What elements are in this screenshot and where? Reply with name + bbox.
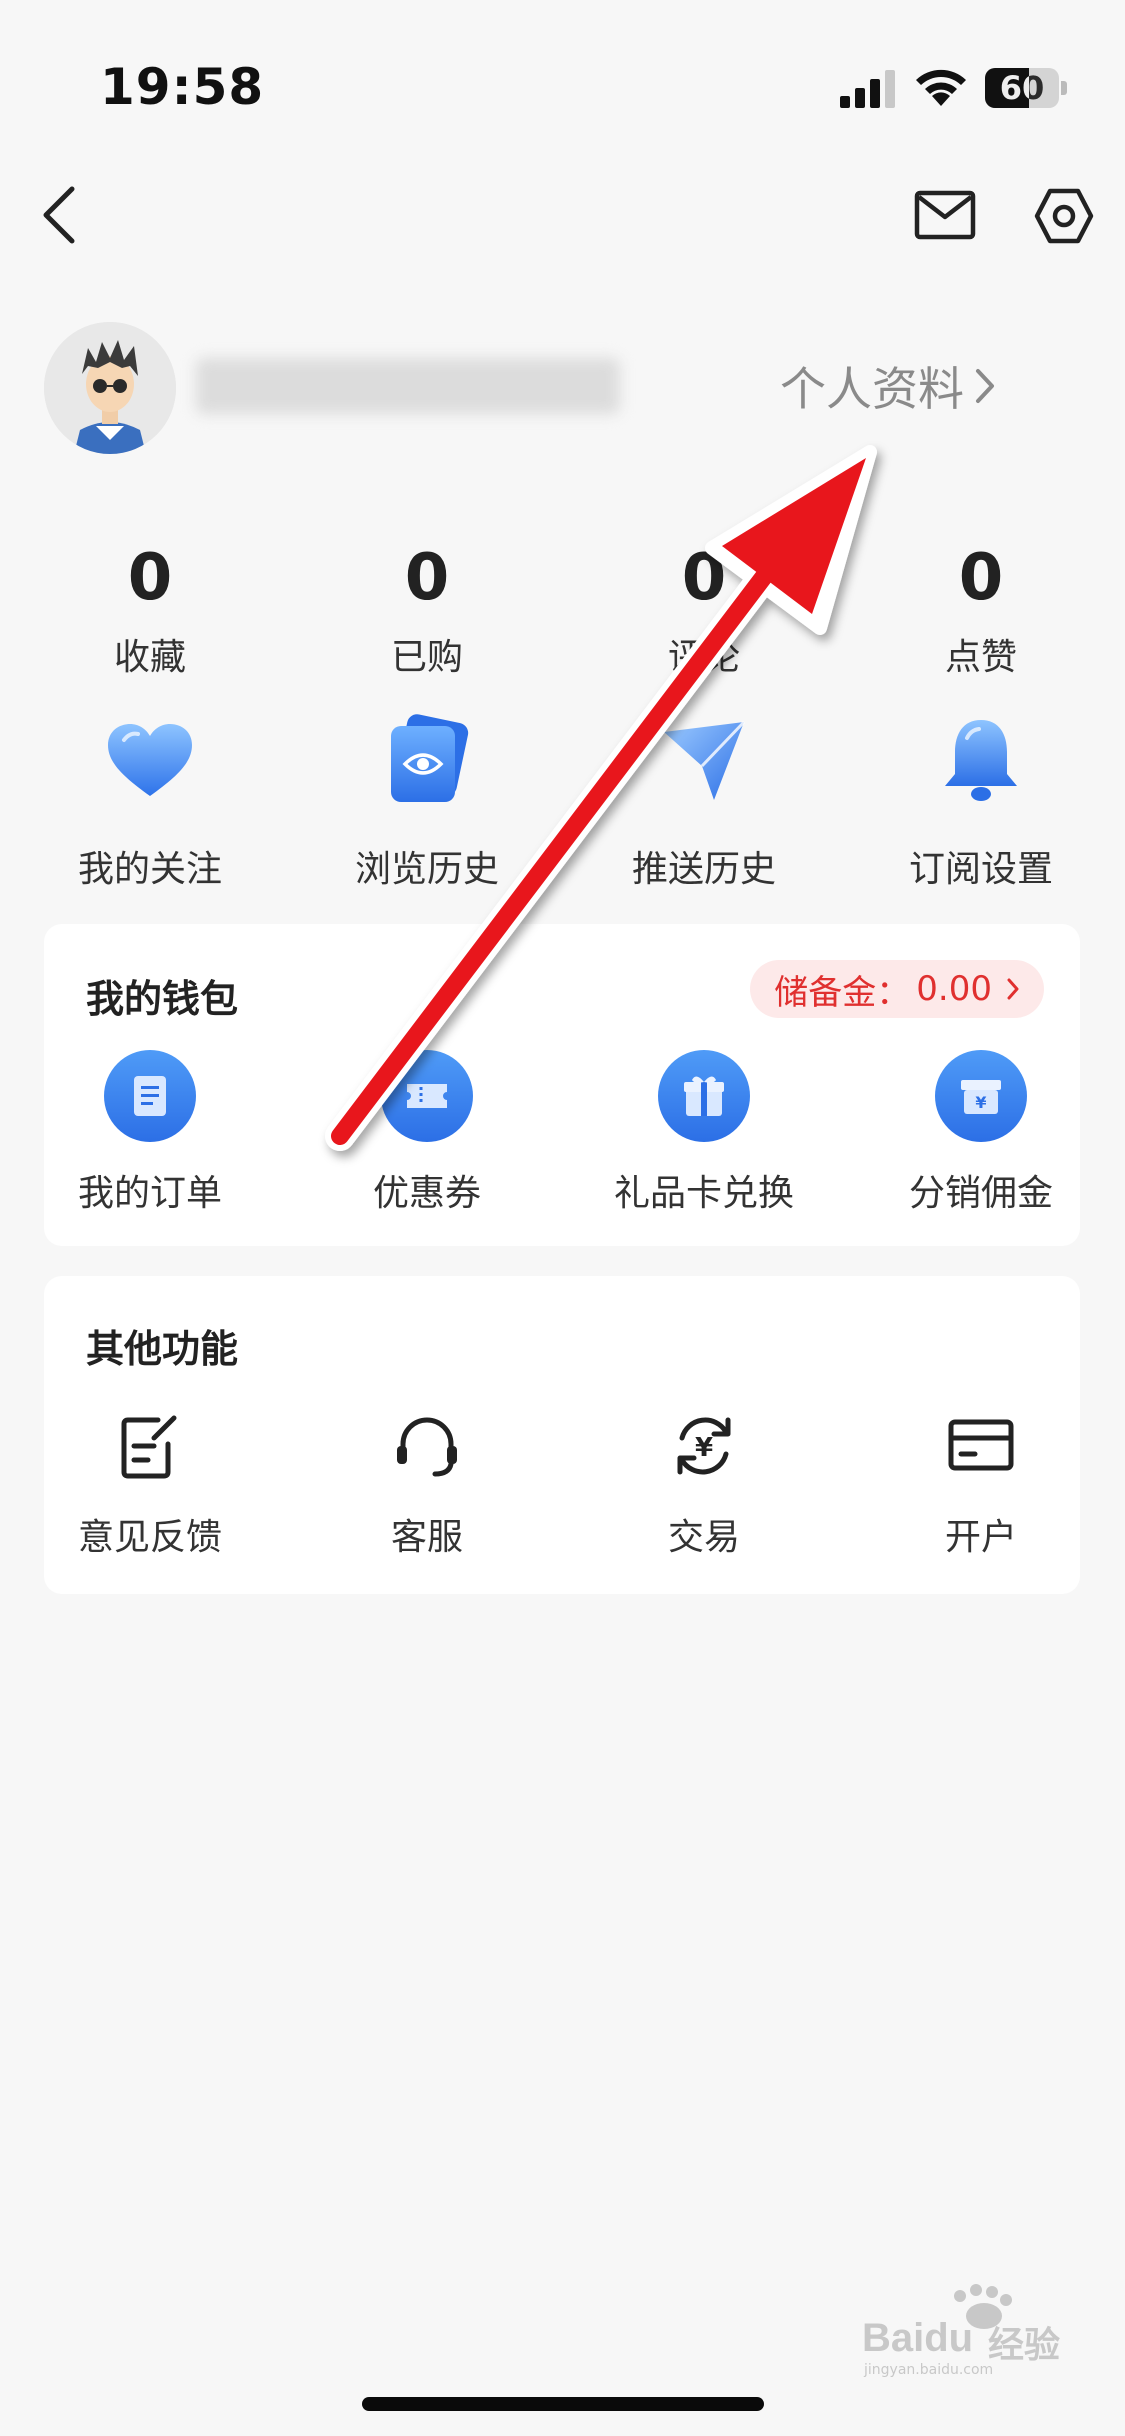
battery-indicator: 60 [985,68,1067,108]
other-item-trade[interactable]: ¥ 交易 [594,1410,814,1560]
stat-label: 已购 [390,637,463,678]
settings-icon[interactable] [1034,186,1094,246]
feature-browse-history[interactable]: 浏览历史 [317,712,537,892]
wallet-item-orders[interactable]: 我的订单 [40,1050,260,1216]
wallet-item-coupons[interactable]: 优惠券 [317,1050,537,1216]
yuan-exchange-icon: ¥ [668,1410,740,1482]
stat-value: 0 [404,541,450,615]
stat-value: 0 [958,541,1004,615]
status-time: 19:58 [100,58,265,116]
reserve-value: 0.00 [916,969,992,1009]
wallet-item-label: 礼品卡兑换 [613,1173,794,1214]
home-indicator[interactable] [362,2397,764,2411]
watermark-url: jingyan.baidu.com [864,2362,994,2378]
svg-text:¥: ¥ [975,1093,986,1112]
wallet-item-label: 我的订单 [77,1173,222,1214]
other-item-label: 意见反馈 [77,1517,222,1558]
username-redacted [196,358,620,414]
stat-label: 点赞 [944,637,1017,678]
feature-label: 订阅设置 [908,849,1053,890]
avatar-image [44,322,176,454]
mail-icon[interactable] [914,190,976,240]
svg-text:¥: ¥ [695,1433,713,1463]
profile-link-label: 个人资料 [780,362,964,416]
cellular-signal-icon [840,70,895,108]
feature-subscription-settings[interactable]: 订阅设置 [871,712,1091,892]
feature-push-history[interactable]: 推送历史 [594,712,814,892]
card-icon [945,1410,1017,1482]
watermark: Baidu 经验 jingyan.baidu.com [860,2282,1070,2378]
other-item-customer-service[interactable]: 客服 [317,1410,537,1560]
other-functions-title: 其他功能 [86,1327,239,1371]
wallet-item-label: 分销佣金 [908,1173,1053,1214]
stat-purchased[interactable]: 0 已购 [317,540,537,680]
feature-label: 推送历史 [631,849,776,890]
chevron-right-icon [976,369,994,403]
other-item-open-account[interactable]: 开户 [871,1410,1091,1560]
feature-label: 我的关注 [77,849,222,890]
heart-icon [108,724,192,796]
battery-level: 60 [999,69,1045,107]
wallet-item-commission[interactable]: ¥ 分销佣金 [871,1050,1091,1216]
wallet-item-label: 优惠券 [372,1173,481,1214]
coupon-icon [381,1050,473,1142]
back-button[interactable] [40,185,80,245]
gift-box-icon [658,1050,750,1142]
other-item-feedback[interactable]: 意见反馈 [40,1410,260,1560]
feedback-edit-icon [114,1410,186,1482]
order-document-icon [104,1050,196,1142]
chevron-right-icon [1007,978,1019,1000]
stat-label: 评论 [667,637,740,678]
other-functions-card: 其他功能 意见反馈 客服 ¥ 交易 开户 [44,1276,1080,1594]
stat-value: 0 [127,541,173,615]
feature-following[interactable]: 我的关注 [40,712,260,892]
eye-card-icon [391,714,469,802]
paper-plane-icon [664,720,746,800]
other-item-label: 交易 [667,1517,740,1558]
wallet-card: 我的钱包 储备金： 0.00 我的订单 优惠券 礼品卡兑换 ¥ 分销佣金 [44,924,1080,1246]
headset-icon [391,1410,463,1482]
avatar[interactable] [44,322,176,454]
other-item-label: 客服 [390,1517,463,1558]
watermark-brand: Baidu [862,2316,974,2360]
stat-value: 0 [681,541,727,615]
stat-likes[interactable]: 0 点赞 [871,540,1091,680]
yuan-box-icon: ¥ [935,1050,1027,1142]
other-item-label: 开户 [944,1517,1017,1558]
bell-icon [945,720,1017,801]
profile-link[interactable]: 个人资料 [780,356,996,416]
wifi-icon [916,69,966,106]
reserve-fund-button[interactable]: 储备金： 0.00 [750,960,1044,1018]
stat-label: 收藏 [113,637,186,678]
stat-comments[interactable]: 0 评论 [594,540,814,680]
feature-label: 浏览历史 [354,849,499,890]
wallet-title: 我的钱包 [86,977,239,1021]
watermark-text: 经验 [988,2325,1061,2366]
stat-favorites[interactable]: 0 收藏 [40,540,260,680]
wallet-item-gift-card[interactable]: 礼品卡兑换 [594,1050,814,1216]
reserve-label: 储备金： [774,972,911,1013]
